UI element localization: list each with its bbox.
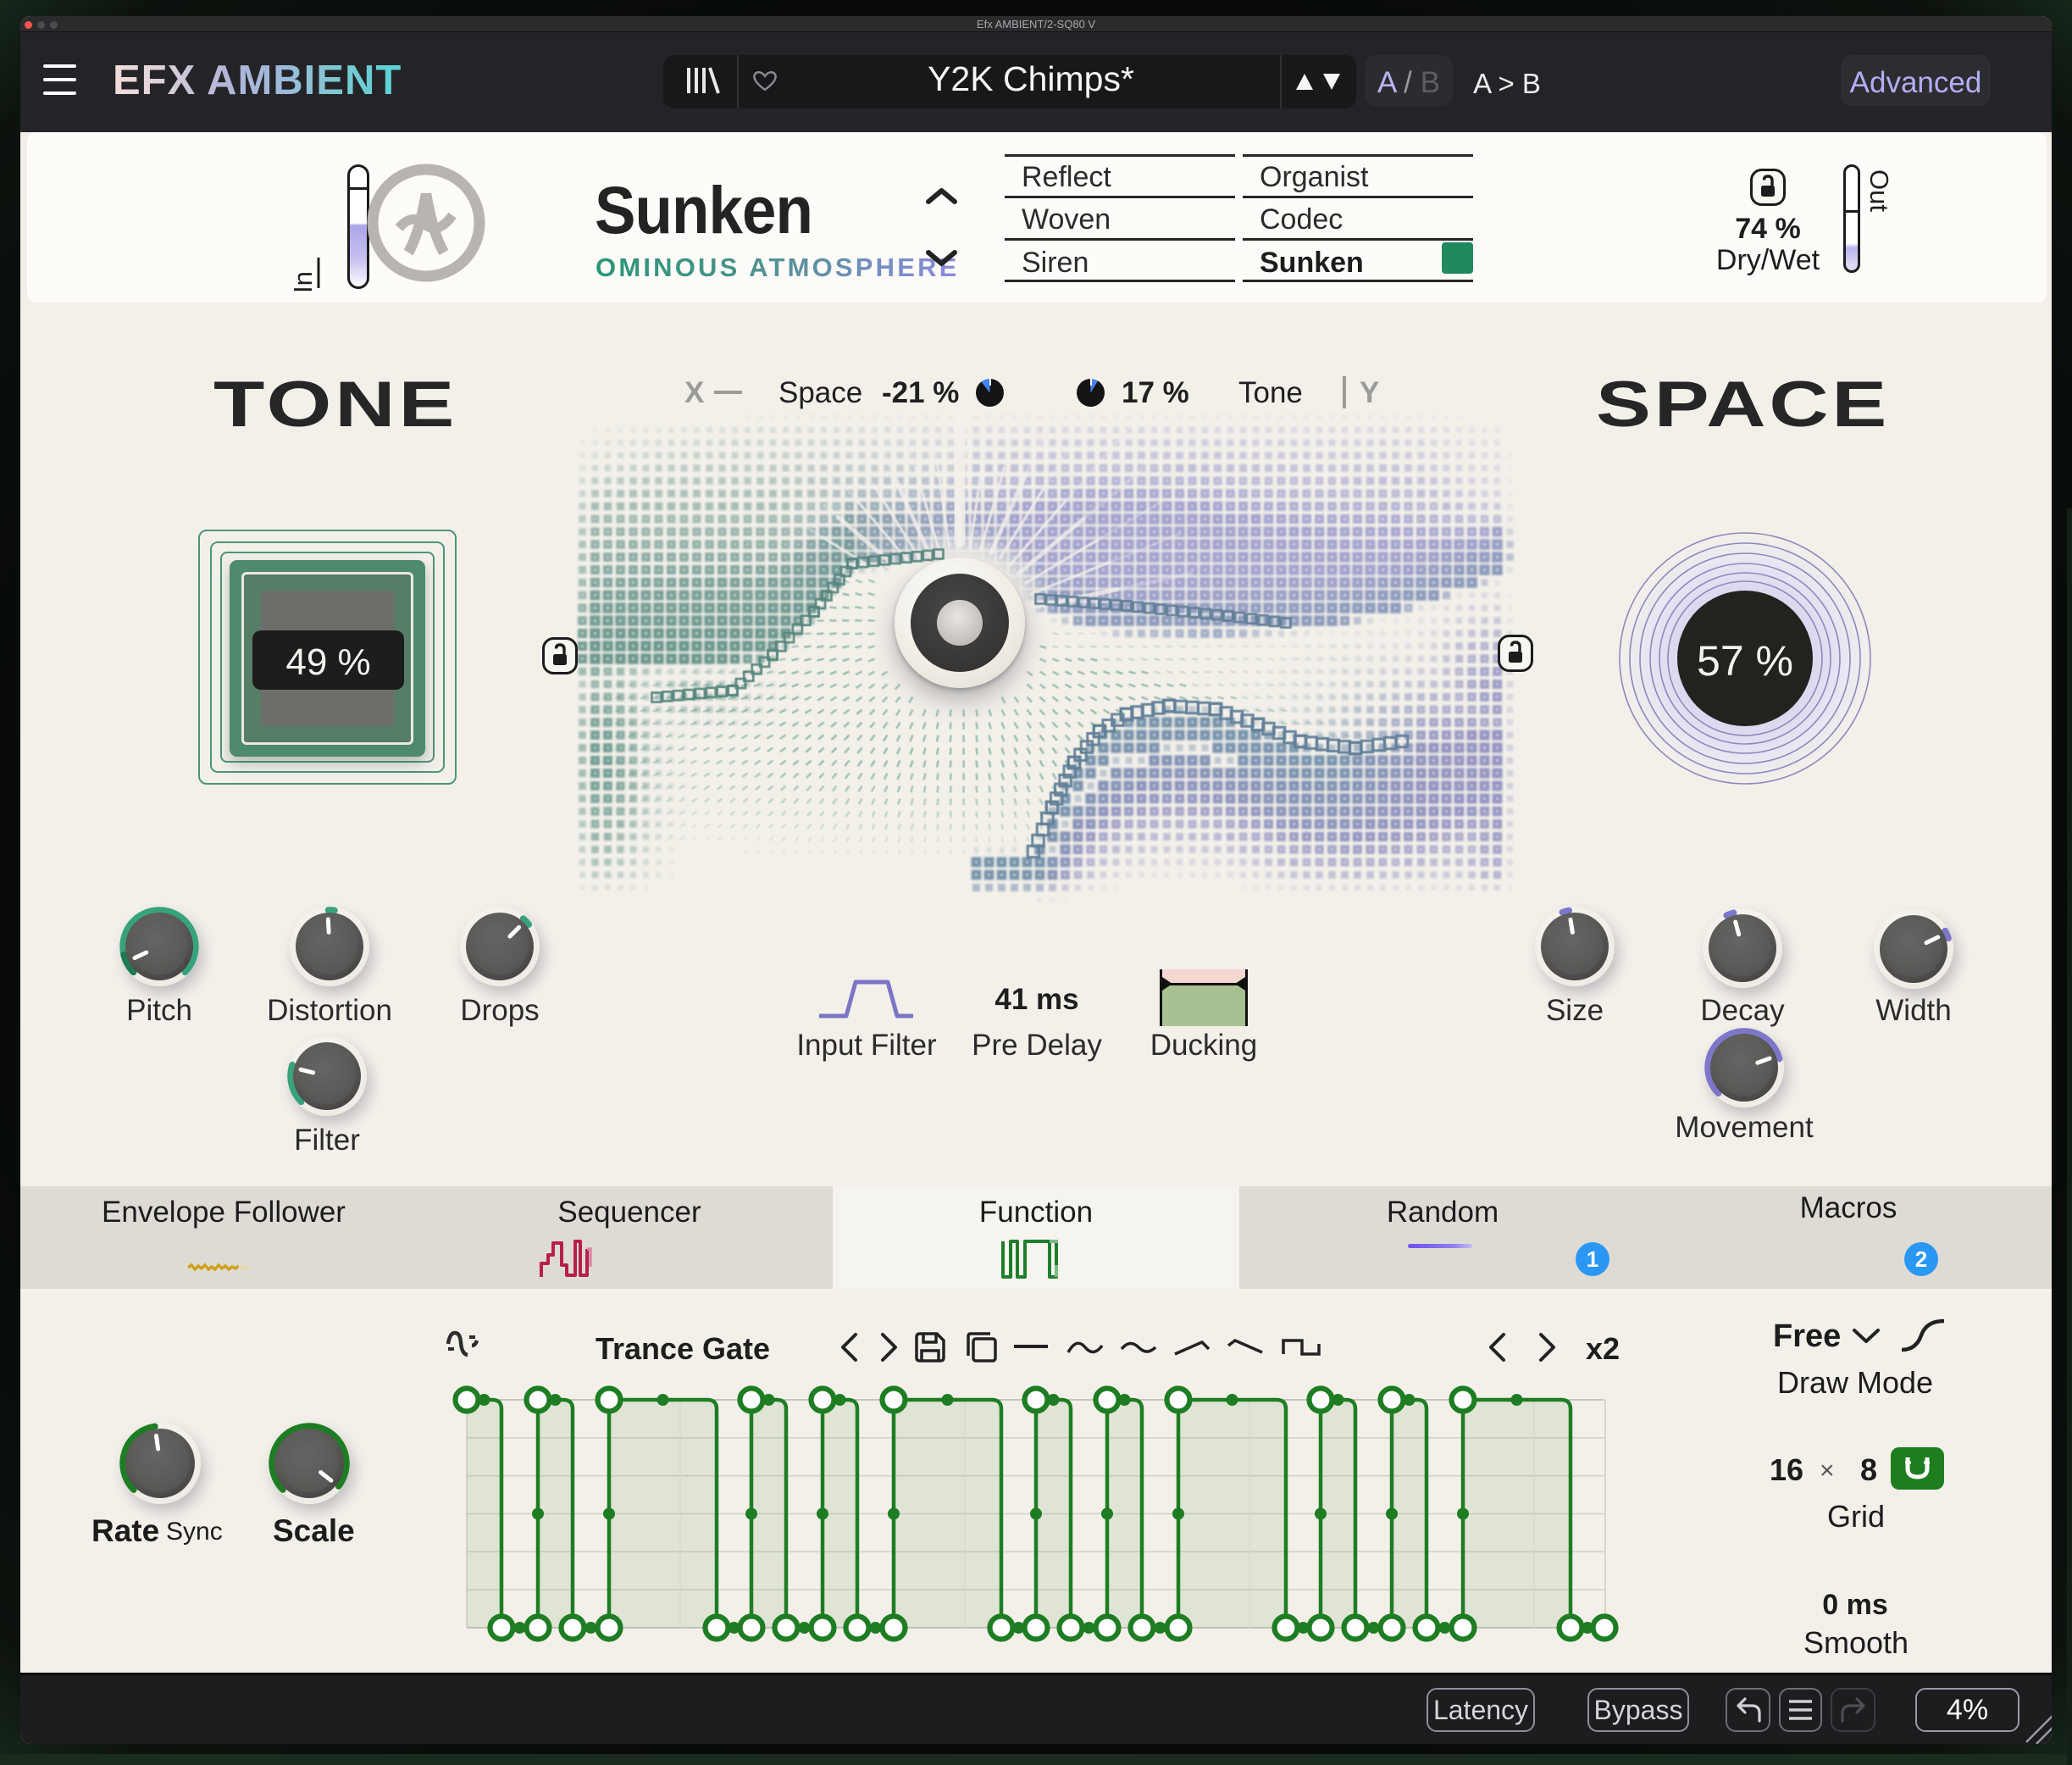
svg-text:In: In xyxy=(288,271,318,293)
svg-text:Out: Out xyxy=(1864,169,1894,212)
